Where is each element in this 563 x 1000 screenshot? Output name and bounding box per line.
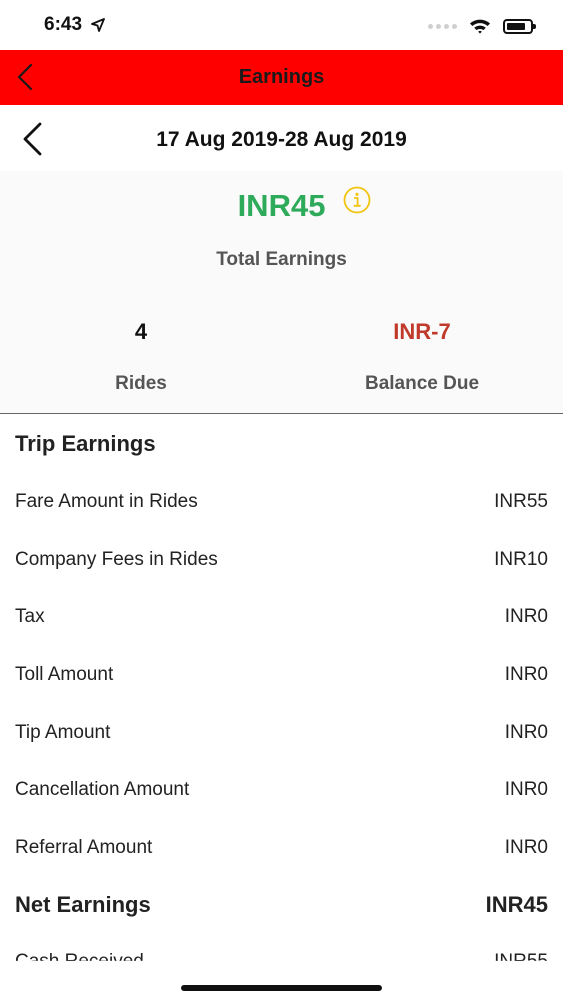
info-icon[interactable]	[342, 185, 372, 215]
nav-bar: Earnings	[0, 50, 563, 105]
row-value: INR0	[504, 606, 548, 627]
net-earnings-label: Net Earnings	[15, 892, 151, 917]
row-label: Referral Amount	[15, 837, 153, 858]
location-arrow-icon	[91, 18, 106, 32]
total-earnings-label: Total Earnings	[216, 249, 347, 270]
home-indicator[interactable]	[181, 985, 382, 991]
status-time-text: 6:43	[44, 14, 83, 35]
list-item: Referral Amount INR0	[15, 837, 548, 859]
rides-count: 4	[134, 319, 148, 344]
rides-label: Rides	[115, 373, 167, 394]
cash-received-value: INR55	[494, 951, 548, 965]
row-label: Toll Amount	[15, 664, 114, 685]
row-value: INR0	[504, 722, 548, 743]
row-label: Cancellation Amount	[15, 779, 190, 800]
section-header: Trip Earnings	[15, 431, 548, 457]
row-label: Tip Amount	[15, 722, 111, 743]
balance-due-stat: INR-7 Balance Due	[292, 319, 552, 395]
date-range-label: 17 Aug 2019-28 Aug 2019	[156, 128, 407, 151]
cash-received-row: Cash Received INR55	[15, 951, 548, 965]
row-value: INR0	[504, 664, 548, 685]
status-time: 6:43	[44, 14, 106, 36]
section-title: Trip Earnings	[15, 431, 156, 456]
row-label: Fare Amount in Rides	[15, 491, 198, 512]
page-title: Earnings	[238, 66, 325, 88]
earnings-summary: INR45 Total Earnings 4 Rides INR-7 Balan…	[0, 171, 563, 414]
row-label: Tax	[15, 606, 45, 627]
status-bar: 6:43	[0, 0, 563, 50]
battery-icon	[503, 18, 536, 34]
list-item: Tax INR0	[15, 606, 548, 628]
list-item: Fare Amount in Rides INR55	[15, 491, 548, 513]
cash-received-label: Cash Received	[15, 951, 144, 965]
row-value: INR55	[494, 491, 548, 512]
row-value: INR0	[504, 837, 548, 858]
total-earnings-value: INR45	[237, 188, 326, 223]
status-icons	[428, 16, 536, 36]
balance-due-value: INR-7	[393, 319, 451, 344]
balance-due-label: Balance Due	[364, 373, 480, 394]
list-item: Tip Amount INR0	[15, 722, 548, 744]
total-earnings-amount: INR45	[0, 188, 563, 224]
signal-dots-icon	[428, 23, 457, 29]
net-earnings-row: Net Earnings INR45	[15, 892, 548, 918]
row-label: Company Fees in Rides	[15, 549, 218, 570]
rides-stat: 4 Rides	[11, 319, 271, 395]
list-item: Toll Amount INR0	[15, 664, 548, 686]
list-item: Company Fees in Rides INR10	[15, 549, 548, 571]
date-range-bar: 17 Aug 2019-28 Aug 2019	[0, 105, 563, 171]
row-value: INR0	[504, 779, 548, 800]
wifi-icon	[470, 19, 490, 34]
net-earnings-value: INR45	[485, 892, 548, 917]
trip-earnings-list: Trip Earnings Fare Amount in Rides INR55…	[0, 415, 563, 965]
row-value: INR10	[494, 549, 548, 570]
list-item: Cancellation Amount INR0	[15, 779, 548, 801]
